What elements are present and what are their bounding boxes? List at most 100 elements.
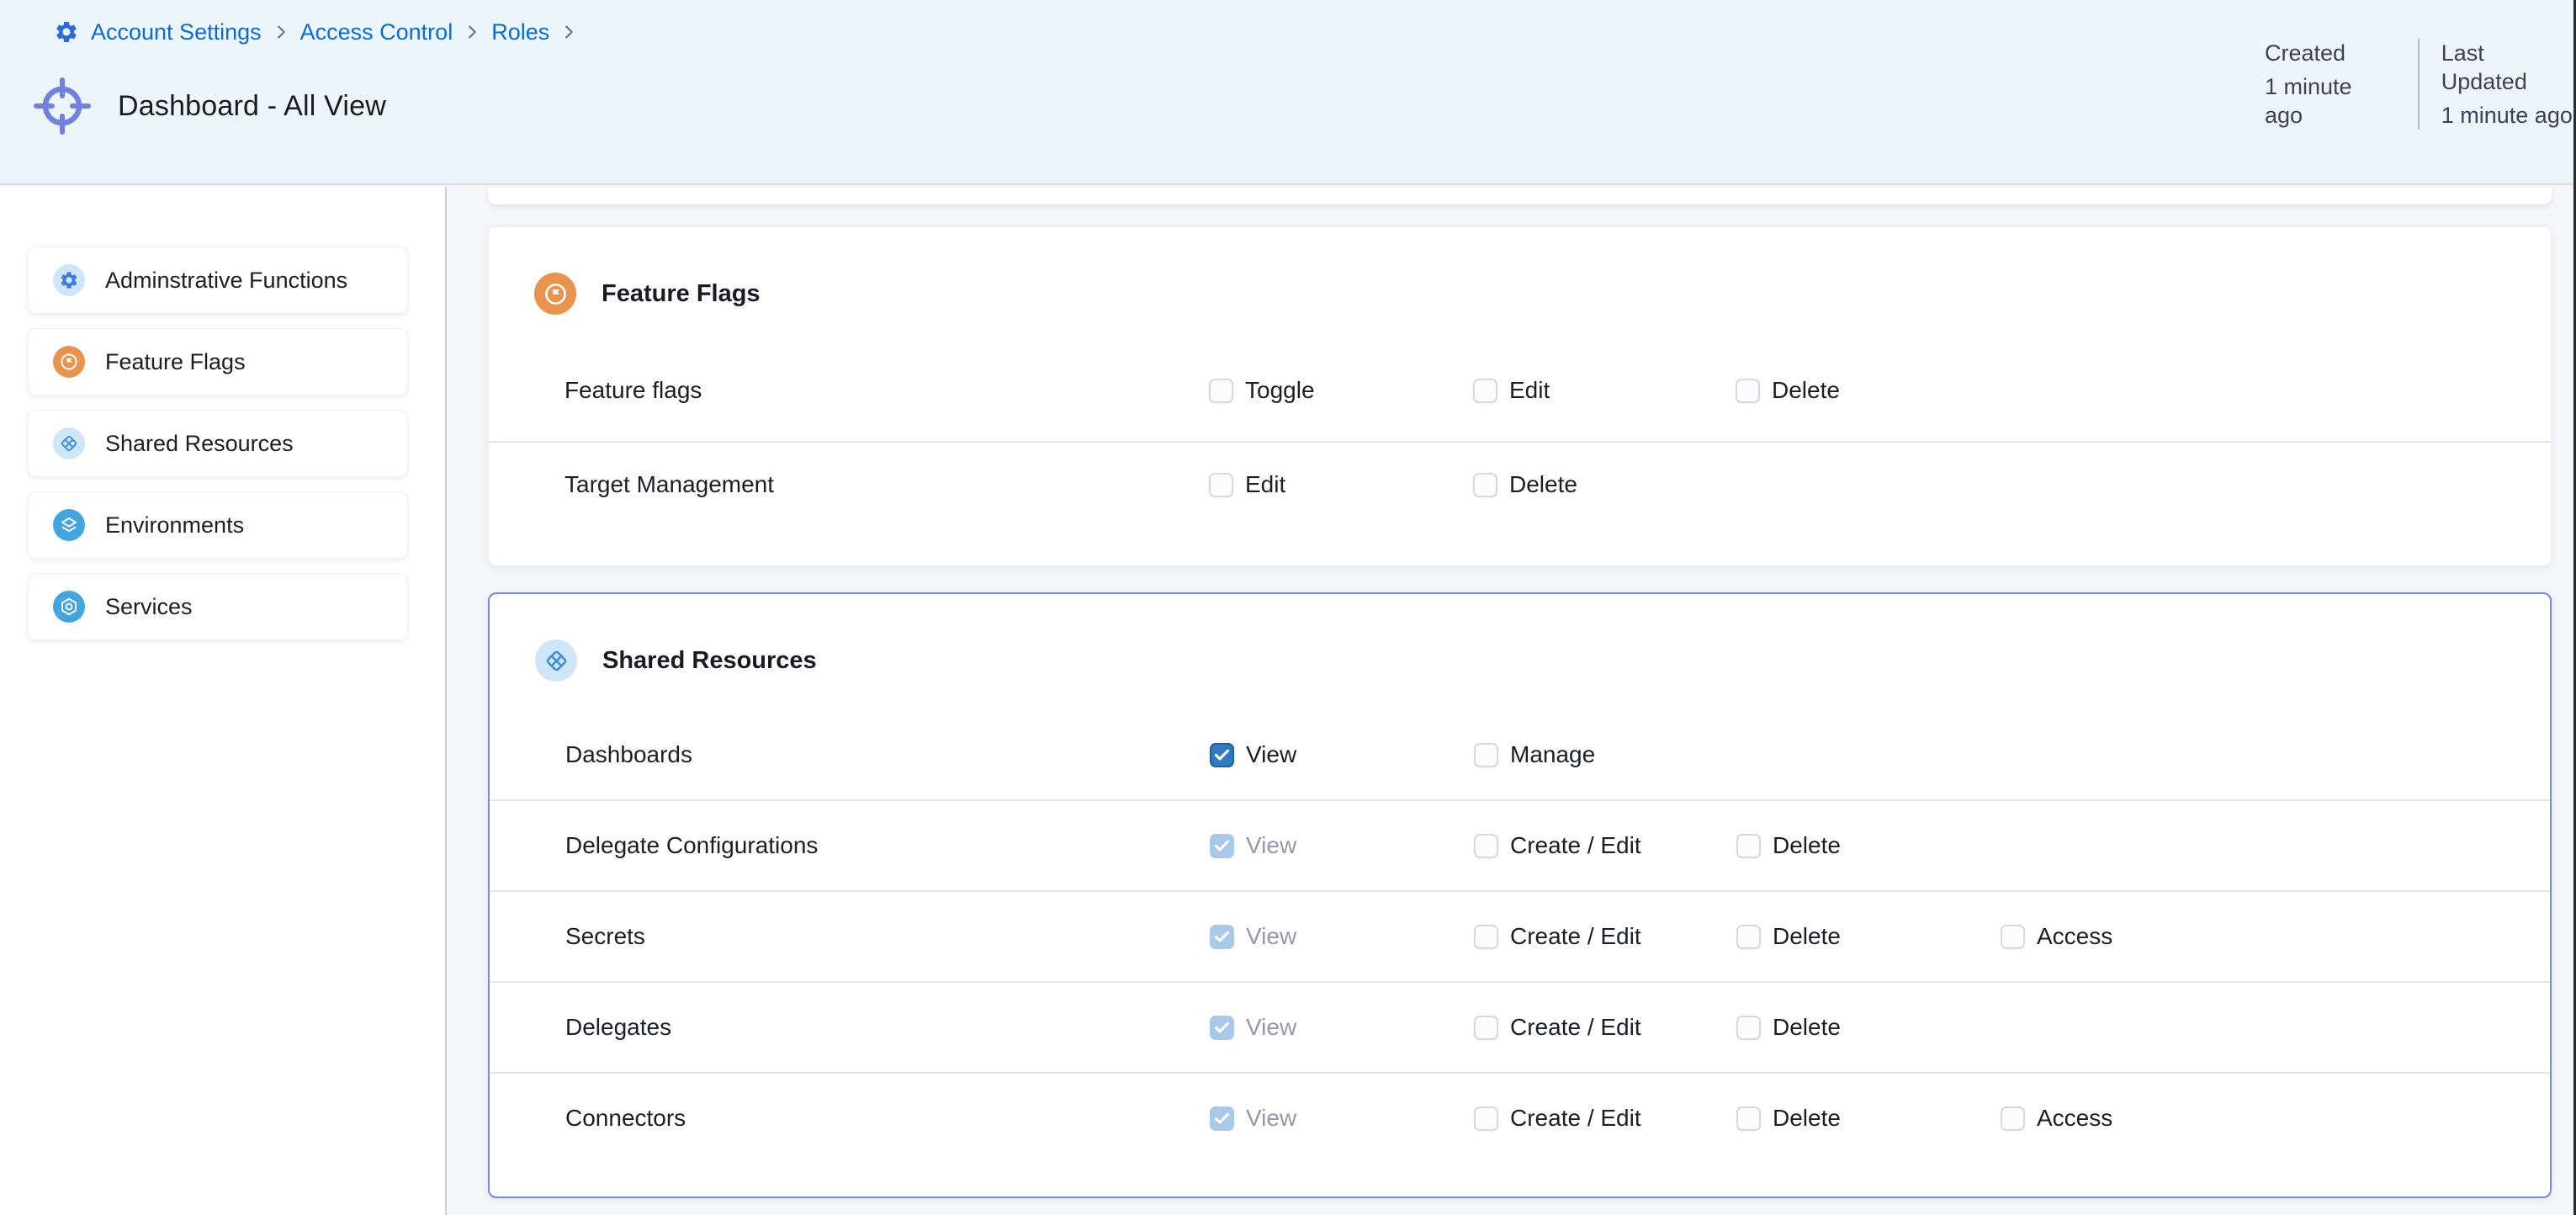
flag-icon [53, 346, 85, 378]
sidebar-item-shared-resources[interactable]: Shared Resources [28, 410, 408, 477]
permission-delegates-delete[interactable]: Delete [1736, 1014, 1841, 1041]
flag-icon [534, 273, 576, 315]
permission-connectors-delete[interactable]: Delete [1736, 1105, 1841, 1132]
checkbox-checked[interactable] [1210, 1016, 1234, 1040]
permission-feature-flags-toggle[interactable]: Toggle [1209, 377, 1315, 404]
page-title-row: Dashboard - All View [30, 71, 386, 142]
checkbox-checked[interactable] [1210, 834, 1234, 858]
permission-row-delegate-configurations: Delegate Configurations View Create / Edit… [490, 799, 2550, 890]
resource-label: Connectors [565, 1105, 686, 1132]
permission-label: View [1246, 1105, 1296, 1132]
sidebar-item-label: Feature Flags [105, 349, 246, 375]
permission-delegate-configurations-delete[interactable]: Delete [1736, 832, 1841, 859]
permission-row-delegates: DelegatesViewCreate / EditDelete [490, 981, 2550, 1072]
permission-secrets-access[interactable]: Access [2001, 923, 2112, 950]
last-updated-value: 1 minute ago [2441, 101, 2576, 130]
checkbox[interactable] [1473, 473, 1497, 497]
breadcrumb-link-account-settings[interactable]: Account Settings [91, 17, 262, 47]
hexagon-icon [53, 591, 85, 623]
sidebar-item-environments[interactable]: Environments [28, 491, 408, 559]
permission-secrets-view[interactable]: View [1210, 923, 1296, 950]
permission-label: Access [2037, 923, 2112, 950]
permission-delegate-configurations-view[interactable]: View [1210, 832, 1296, 859]
permission-delegates-view[interactable]: View [1210, 1014, 1296, 1041]
chevron-right-icon [463, 23, 481, 41]
permission-label: Create / Edit [1510, 1014, 1641, 1041]
permission-feature-flags-edit[interactable]: Edit [1473, 377, 1550, 404]
permission-label: Delete [1773, 1105, 1841, 1132]
checkbox-checked[interactable] [1210, 925, 1234, 949]
permission-target-management-delete[interactable]: Delete [1473, 471, 1577, 498]
breadcrumb-link-access-control[interactable]: Access Control [300, 17, 453, 47]
created-meta: Created 1 minute ago [2265, 39, 2420, 130]
checkbox[interactable] [1474, 743, 1498, 767]
sidebar-item-label: Services [105, 594, 193, 620]
permission-secrets-delete[interactable]: Delete [1736, 923, 1841, 950]
chevron-right-icon [559, 23, 578, 41]
permission-dashboards-view[interactable]: View [1210, 741, 1296, 768]
sidebar-item-feature-flags[interactable]: Feature Flags [28, 328, 408, 395]
crosshair-icon [30, 74, 94, 138]
permission-label: Edit [1509, 377, 1550, 404]
section-header: Shared Resources [535, 639, 817, 682]
permission-delegate-configurations-create-edit[interactable]: Create / Edit [1474, 832, 1641, 859]
diamond-icon [53, 427, 85, 459]
permission-label: Delete [1773, 923, 1841, 950]
permission-secrets-create-edit[interactable]: Create / Edit [1474, 923, 1641, 950]
checkbox[interactable] [1736, 379, 1760, 403]
resource-label: Secrets [565, 923, 645, 950]
resource-label: Delegate Configurations [565, 832, 818, 859]
checkbox[interactable] [1209, 379, 1233, 403]
resource-group-sidebar: Adminstrative Functions Feature Flags Shar… [0, 187, 447, 1215]
checkbox[interactable] [1209, 473, 1233, 497]
permission-target-management-edit[interactable]: Edit [1209, 471, 1285, 498]
permission-label: Delete [1773, 1014, 1841, 1041]
sidebar-item-label: Shared Resources [105, 431, 294, 457]
checkbox[interactable] [1474, 1016, 1498, 1040]
created-value: 1 minute ago [2265, 72, 2396, 130]
checkbox-checked[interactable] [1210, 1106, 1234, 1131]
permission-label: View [1246, 923, 1296, 950]
permission-label: Access [2037, 1105, 2112, 1132]
permission-rows: Feature flags Toggle Edit Delete Target Mana… [489, 340, 2551, 527]
sidebar-item-services[interactable]: Services [28, 573, 408, 640]
permission-connectors-create-edit[interactable]: Create / Edit [1474, 1105, 1641, 1132]
permission-delegates-create-edit[interactable]: Create / Edit [1474, 1014, 1641, 1041]
page-header: Account Settings Access Control Roles Dash… [0, 0, 2576, 185]
last-updated-meta: Last Updated 1 minute ago [2420, 39, 2576, 130]
permission-label: View [1246, 1014, 1296, 1041]
scrolled-card-partial [488, 188, 2552, 204]
permission-connectors-access[interactable]: Access [2001, 1105, 2112, 1132]
section-title: Shared Resources [602, 647, 817, 675]
permission-feature-flags-delete[interactable]: Delete [1736, 377, 1840, 404]
checkbox[interactable] [1736, 834, 1761, 858]
permission-label: Create / Edit [1510, 832, 1641, 859]
sidebar-item-adminstrative-functions[interactable]: Adminstrative Functions [28, 247, 408, 314]
permission-label: Create / Edit [1510, 1105, 1641, 1132]
resource-label: Feature flags [564, 377, 702, 404]
section-title: Feature Flags [602, 280, 761, 308]
permission-label: View [1246, 741, 1296, 768]
checkbox[interactable] [1736, 1106, 1761, 1131]
checkbox[interactable] [2001, 1106, 2025, 1131]
sidebar-item-label: Environments [105, 512, 244, 539]
permission-dashboards-manage[interactable]: Manage [1474, 741, 1595, 768]
checkbox[interactable] [1736, 1016, 1761, 1040]
breadcrumb-link-roles[interactable]: Roles [491, 17, 549, 47]
resource-label: Target Management [564, 471, 774, 498]
permission-label: View [1246, 832, 1296, 859]
checkbox[interactable] [1474, 1106, 1498, 1131]
gear-icon [53, 264, 85, 296]
permission-label: Delete [1772, 377, 1840, 404]
permission-label: Edit [1245, 471, 1285, 498]
checkbox[interactable] [1473, 379, 1497, 403]
permission-connectors-view[interactable]: View [1210, 1105, 1296, 1132]
checkbox[interactable] [1474, 834, 1498, 858]
checkbox[interactable] [1474, 925, 1498, 949]
checkbox[interactable] [2001, 925, 2025, 949]
page-title: Dashboard - All View [118, 90, 386, 123]
checkbox-checked[interactable] [1210, 743, 1234, 767]
permission-row-dashboards: DashboardsViewManage [490, 710, 2550, 799]
permission-rows: DashboardsViewManageDelegate Configurati… [490, 710, 2550, 1163]
checkbox[interactable] [1736, 925, 1761, 949]
